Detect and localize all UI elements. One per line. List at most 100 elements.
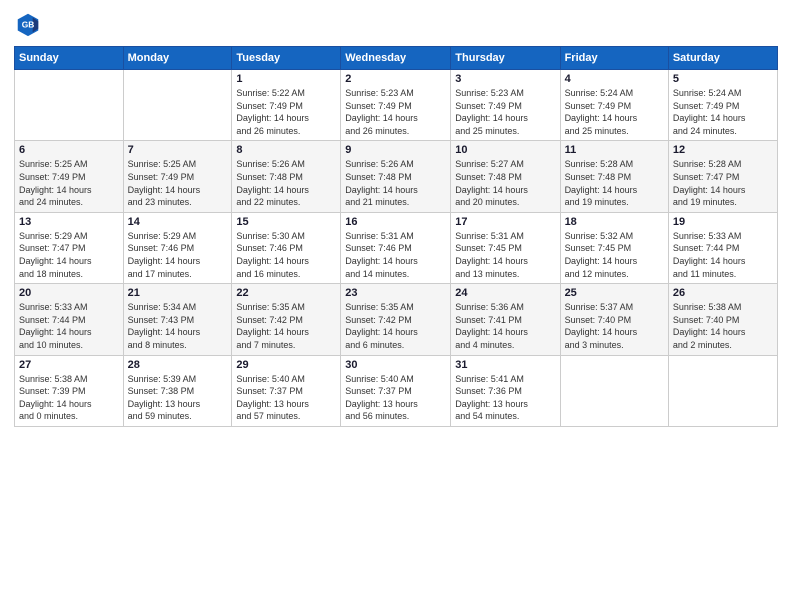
page: GB SundayMondayTuesdayWednesdayThursdayF… (0, 0, 792, 612)
day-detail: Sunrise: 5:39 AM Sunset: 7:38 PM Dayligh… (128, 373, 228, 423)
week-row-4: 27 Sunrise: 5:38 AM Sunset: 7:39 PM Dayli… (15, 355, 778, 426)
calendar-cell: 24Sunrise: 5:36 AM Sunset: 7:41 PM Dayli… (451, 284, 560, 355)
header-saturday: Saturday (668, 47, 777, 70)
header-sunday: Sunday (15, 47, 124, 70)
day-number: 10 (455, 144, 555, 156)
day-number: 9 (345, 144, 446, 156)
calendar-cell: 22 Sunrise: 5:35 AM Sunset: 7:42 PM Dayli… (232, 284, 341, 355)
calendar-cell: 25Sunrise: 5:37 AM Sunset: 7:40 PM Dayli… (560, 284, 668, 355)
week-row-2: 13 Sunrise: 5:29 AM Sunset: 7:47 PM Dayli… (15, 212, 778, 283)
day-detail: Sunrise: 5:31 AM Sunset: 7:45 PM Dayligh… (455, 230, 555, 280)
day-detail: Sunrise: 5:35 AM Sunset: 7:42 PM Dayligh… (236, 301, 336, 351)
calendar-cell (668, 355, 777, 426)
day-detail: Sunrise: 5:41 AM Sunset: 7:36 PM Dayligh… (455, 373, 555, 423)
day-detail: Sunrise: 5:31 AM Sunset: 7:46 PM Dayligh… (345, 230, 446, 280)
svg-text:GB: GB (22, 20, 35, 30)
day-detail: Sunrise: 5:28 AM Sunset: 7:48 PM Dayligh… (565, 158, 664, 208)
day-detail: Sunrise: 5:24 AM Sunset: 7:49 PM Dayligh… (673, 87, 773, 137)
calendar-cell: 9Sunrise: 5:26 AM Sunset: 7:48 PM Daylig… (341, 141, 451, 212)
calendar-cell: 14 Sunrise: 5:29 AM Sunset: 7:46 PM Dayli… (123, 212, 232, 283)
day-number: 17 (455, 216, 555, 228)
calendar-cell: 28 Sunrise: 5:39 AM Sunset: 7:38 PM Dayli… (123, 355, 232, 426)
day-number: 2 (345, 73, 446, 85)
day-number: 18 (565, 216, 664, 228)
day-detail: Sunrise: 5:23 AM Sunset: 7:49 PM Dayligh… (455, 87, 555, 137)
day-number: 16 (345, 216, 446, 228)
calendar-cell: 26Sunrise: 5:38 AM Sunset: 7:40 PM Dayli… (668, 284, 777, 355)
calendar-cell: 17 Sunrise: 5:31 AM Sunset: 7:45 PM Dayli… (451, 212, 560, 283)
day-number: 21 (128, 287, 228, 299)
header-row: SundayMondayTuesdayWednesdayThursdayFrid… (15, 47, 778, 70)
calendar-cell: 15Sunrise: 5:30 AM Sunset: 7:46 PM Dayli… (232, 212, 341, 283)
calendar-table: SundayMondayTuesdayWednesdayThursdayFrid… (14, 46, 778, 427)
calendar-cell (560, 355, 668, 426)
day-detail: Sunrise: 5:33 AM Sunset: 7:44 PM Dayligh… (673, 230, 773, 280)
day-number: 20 (19, 287, 119, 299)
week-row-1: 6 Sunrise: 5:25 AM Sunset: 7:49 PM Daylig… (15, 141, 778, 212)
logo: GB (14, 10, 46, 38)
calendar-cell: 21 Sunrise: 5:34 AM Sunset: 7:43 PM Dayli… (123, 284, 232, 355)
day-detail: Sunrise: 5:38 AM Sunset: 7:39 PM Dayligh… (19, 373, 119, 423)
day-number: 31 (455, 359, 555, 371)
day-detail: Sunrise: 5:24 AM Sunset: 7:49 PM Dayligh… (565, 87, 664, 137)
calendar-cell: 3 Sunrise: 5:23 AM Sunset: 7:49 PM Daylig… (451, 70, 560, 141)
day-number: 28 (128, 359, 228, 371)
week-row-3: 20 Sunrise: 5:33 AM Sunset: 7:44 PM Dayli… (15, 284, 778, 355)
day-number: 11 (565, 144, 664, 156)
calendar-cell: 31 Sunrise: 5:41 AM Sunset: 7:36 PM Dayli… (451, 355, 560, 426)
calendar-cell: 29Sunrise: 5:40 AM Sunset: 7:37 PM Dayli… (232, 355, 341, 426)
calendar-cell: 19 Sunrise: 5:33 AM Sunset: 7:44 PM Dayli… (668, 212, 777, 283)
day-number: 14 (128, 216, 228, 228)
calendar-header: SundayMondayTuesdayWednesdayThursdayFrid… (15, 47, 778, 70)
day-number: 5 (673, 73, 773, 85)
day-detail: Sunrise: 5:29 AM Sunset: 7:46 PM Dayligh… (128, 230, 228, 280)
calendar-cell: 23Sunrise: 5:35 AM Sunset: 7:42 PM Dayli… (341, 284, 451, 355)
day-detail: Sunrise: 5:25 AM Sunset: 7:49 PM Dayligh… (19, 158, 119, 208)
calendar-cell (123, 70, 232, 141)
calendar-cell: 8Sunrise: 5:26 AM Sunset: 7:48 PM Daylig… (232, 141, 341, 212)
day-number: 7 (128, 144, 228, 156)
calendar-cell: 4 Sunrise: 5:24 AM Sunset: 7:49 PM Daylig… (560, 70, 668, 141)
day-detail: Sunrise: 5:28 AM Sunset: 7:47 PM Dayligh… (673, 158, 773, 208)
day-number: 25 (565, 287, 664, 299)
day-detail: Sunrise: 5:34 AM Sunset: 7:43 PM Dayligh… (128, 301, 228, 351)
day-number: 3 (455, 73, 555, 85)
day-number: 13 (19, 216, 119, 228)
day-detail: Sunrise: 5:25 AM Sunset: 7:49 PM Dayligh… (128, 158, 228, 208)
calendar-cell: 18 Sunrise: 5:32 AM Sunset: 7:45 PM Dayli… (560, 212, 668, 283)
header-monday: Monday (123, 47, 232, 70)
day-number: 29 (236, 359, 336, 371)
header-wednesday: Wednesday (341, 47, 451, 70)
day-detail: Sunrise: 5:40 AM Sunset: 7:37 PM Dayligh… (345, 373, 446, 423)
calendar-cell (15, 70, 124, 141)
calendar-cell: 1 Sunrise: 5:22 AM Sunset: 7:49 PM Daylig… (232, 70, 341, 141)
day-detail: Sunrise: 5:23 AM Sunset: 7:49 PM Dayligh… (345, 87, 446, 137)
header-friday: Friday (560, 47, 668, 70)
calendar-cell: 5 Sunrise: 5:24 AM Sunset: 7:49 PM Daylig… (668, 70, 777, 141)
header: GB (14, 10, 778, 38)
day-detail: Sunrise: 5:32 AM Sunset: 7:45 PM Dayligh… (565, 230, 664, 280)
day-number: 22 (236, 287, 336, 299)
day-number: 1 (236, 73, 336, 85)
week-row-0: 1 Sunrise: 5:22 AM Sunset: 7:49 PM Daylig… (15, 70, 778, 141)
logo-icon: GB (14, 10, 42, 38)
header-thursday: Thursday (451, 47, 560, 70)
day-detail: Sunrise: 5:33 AM Sunset: 7:44 PM Dayligh… (19, 301, 119, 351)
day-detail: Sunrise: 5:22 AM Sunset: 7:49 PM Dayligh… (236, 87, 336, 137)
day-detail: Sunrise: 5:38 AM Sunset: 7:40 PM Dayligh… (673, 301, 773, 351)
calendar-cell: 27 Sunrise: 5:38 AM Sunset: 7:39 PM Dayli… (15, 355, 124, 426)
calendar-cell: 20 Sunrise: 5:33 AM Sunset: 7:44 PM Dayli… (15, 284, 124, 355)
header-tuesday: Tuesday (232, 47, 341, 70)
day-number: 27 (19, 359, 119, 371)
calendar-cell: 7 Sunrise: 5:25 AM Sunset: 7:49 PM Daylig… (123, 141, 232, 212)
day-number: 8 (236, 144, 336, 156)
day-number: 6 (19, 144, 119, 156)
day-number: 4 (565, 73, 664, 85)
day-detail: Sunrise: 5:29 AM Sunset: 7:47 PM Dayligh… (19, 230, 119, 280)
day-number: 19 (673, 216, 773, 228)
day-number: 12 (673, 144, 773, 156)
day-number: 23 (345, 287, 446, 299)
day-number: 24 (455, 287, 555, 299)
calendar-body: 1 Sunrise: 5:22 AM Sunset: 7:49 PM Daylig… (15, 70, 778, 427)
calendar-cell: 12 Sunrise: 5:28 AM Sunset: 7:47 PM Dayli… (668, 141, 777, 212)
